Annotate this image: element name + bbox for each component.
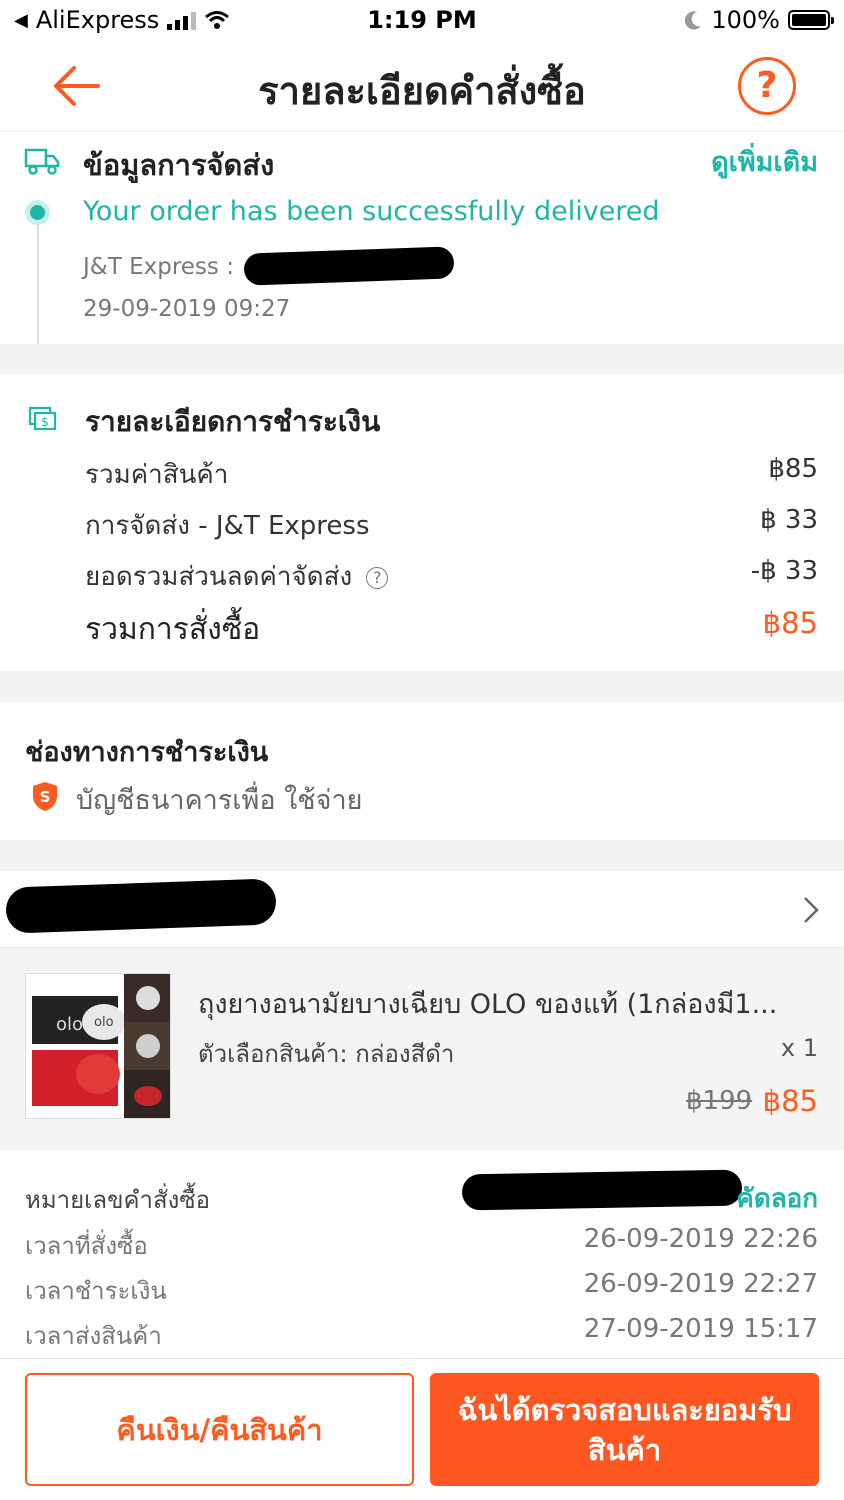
order-time-label: เวลาที่สั่งซื้อ bbox=[25, 1232, 148, 1260]
shipping-timestamp: 29-09-2019 09:27 bbox=[83, 296, 291, 322]
subtotal-label: รวมค่าสินค้า bbox=[85, 460, 229, 490]
seller-row[interactable] bbox=[0, 871, 844, 947]
svg-text:S: S bbox=[40, 788, 51, 806]
brand-text: olo bbox=[56, 1014, 83, 1035]
payment-method-value: บัญชีธนาคารเพื่อ ใช้จ่าย bbox=[76, 785, 363, 816]
shipping-section: ข้อมูลการจัดส่ง ดูเพิ่มเติม Your order h… bbox=[0, 132, 844, 344]
shipping-fee-value: ฿ 33 bbox=[760, 505, 818, 535]
payment-time-label: เวลาชำระเงิน bbox=[25, 1277, 167, 1305]
refund-return-button[interactable]: คืนเงิน/คืนสินค้า bbox=[25, 1373, 414, 1486]
status-bar: ◀ AliExpress 1:19 PM 100% bbox=[0, 0, 844, 40]
tracking-carrier: J&T Express : bbox=[83, 254, 234, 280]
confirm-receipt-button[interactable]: ฉันได้ตรวจสอบและยอมรับสินค้า bbox=[430, 1373, 819, 1486]
product-quantity: x 1 bbox=[780, 1034, 818, 1062]
payment-time-value: 26-09-2019 22:27 bbox=[583, 1269, 818, 1299]
copy-order-number-button[interactable]: คัดลอก bbox=[736, 1178, 818, 1219]
timeline-dot bbox=[25, 200, 50, 225]
timeline-line bbox=[37, 212, 39, 344]
subtotal-value: ฿85 bbox=[768, 454, 818, 484]
help-button[interactable]: ? bbox=[738, 57, 796, 115]
shipping-discount-value: -฿ 33 bbox=[750, 556, 818, 586]
payment-method-section: ช่องทางการชำระเงิน S บัญชีธนาคารเพื่อ ใช… bbox=[0, 702, 844, 840]
redacted-seller-name bbox=[5, 878, 277, 934]
redacted-tracking-number bbox=[243, 246, 455, 286]
question-icon[interactable]: ? bbox=[366, 566, 389, 589]
delivery-status: Your order has been successfully deliver… bbox=[83, 196, 660, 227]
chevron-right-icon[interactable] bbox=[800, 895, 822, 925]
payment-title: รายละเอียดการชำระเงิน bbox=[85, 405, 381, 438]
svg-text:$: $ bbox=[41, 415, 49, 429]
header: รายละเอียดคำสั่งซื้อ ? bbox=[0, 40, 844, 132]
order-number-label: หมายเลขคำสั่งซื้อ bbox=[25, 1186, 211, 1214]
footer-actions: คืนเงิน/คืนสินค้า ฉันได้ตรวจสอบและยอมรับ… bbox=[0, 1358, 844, 1500]
order-total-label: รวมการสั่งซื้อ bbox=[85, 612, 261, 647]
shield-icon: S bbox=[33, 782, 57, 811]
product-item[interactable]: olo olo ถุงยางอนามัยบางเฉียบ OLO ของแท้ … bbox=[0, 947, 844, 1149]
shipping-fee-label: การจัดส่ง - J&T Express bbox=[85, 511, 370, 541]
redacted-order-number bbox=[461, 1169, 743, 1211]
order-info-section: หมายเลขคำสั่งซื้อ คัดลอก เวลาที่สั่งซื้อ… bbox=[0, 1150, 844, 1360]
see-more-link[interactable]: ดูเพิ่มเติม bbox=[711, 140, 818, 183]
shipping-title: ข้อมูลการจัดส่ง bbox=[83, 148, 275, 182]
product-price: ฿85 bbox=[762, 1084, 818, 1118]
battery-percent: 100% bbox=[711, 6, 780, 34]
order-time-value: 26-09-2019 22:26 bbox=[583, 1224, 818, 1254]
payment-details-section: $ รายละเอียดการชำระเงิน รวมค่าสินค้า ฿85… bbox=[0, 374, 844, 671]
moon-icon bbox=[685, 11, 702, 30]
battery-icon bbox=[788, 10, 834, 30]
page-title: รายละเอียดคำสั่งซื้อ bbox=[258, 69, 586, 113]
brand-text-2: olo bbox=[94, 1015, 114, 1030]
ship-time-value: 27-09-2019 15:17 bbox=[583, 1314, 818, 1344]
truck-icon bbox=[24, 148, 60, 175]
payment-icon: $ bbox=[28, 406, 57, 431]
payment-method-title: ช่องทางการชำระเงิน bbox=[25, 737, 269, 768]
product-variant: ตัวเลือกสินค้า: กล่องสีดำ bbox=[198, 1040, 455, 1068]
product-name[interactable]: ถุงยางอนามัยบางเฉียบ OLO ของแท้ (1กล่องม… bbox=[198, 982, 777, 1025]
order-total-value: ฿85 bbox=[762, 606, 818, 640]
original-price: ฿199 bbox=[686, 1086, 753, 1116]
ship-time-label: เวลาส่งสินค้า bbox=[25, 1322, 162, 1350]
product-thumbnail[interactable]: olo olo bbox=[25, 973, 171, 1119]
shipping-discount-label: ยอดรวมส่วนลดค่าจัดส่ง bbox=[85, 562, 353, 592]
